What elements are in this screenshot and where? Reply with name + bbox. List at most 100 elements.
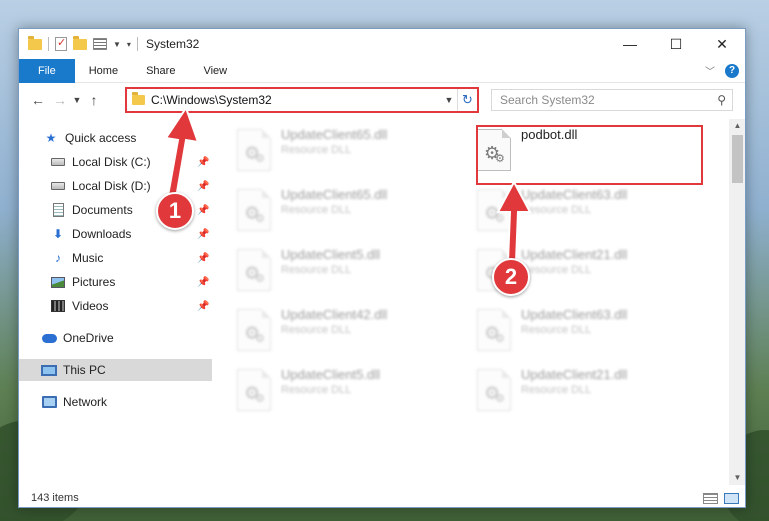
video-icon — [50, 298, 66, 314]
address-bar[interactable]: C:\Windows\System32 ▼ ↻ — [125, 87, 479, 113]
new-folder-icon[interactable] — [73, 35, 87, 50]
nav-label: Pictures — [72, 275, 116, 289]
file-name: UpdateClient21.dll — [521, 247, 628, 262]
vertical-scrollbar[interactable]: ▲ ▼ — [729, 119, 745, 485]
nav-label: Documents — [72, 203, 133, 217]
nav-network[interactable]: Network — [19, 391, 212, 413]
file-type: Resource DLL — [281, 204, 352, 216]
chevron-down-icon[interactable]: ▼ — [113, 40, 121, 49]
minimize-button[interactable]: — — [607, 29, 653, 59]
cloud-icon — [41, 330, 57, 346]
search-placeholder: Search System32 — [500, 93, 595, 107]
file-type: Resource DLL — [281, 384, 352, 396]
details-view-icon[interactable] — [703, 492, 718, 504]
dll-file-icon: ⚙⚙ — [237, 129, 271, 171]
nav-label: Downloads — [72, 227, 132, 241]
network-icon — [41, 394, 57, 410]
address-path[interactable]: C:\Windows\System32 — [151, 93, 441, 107]
back-arrow-icon[interactable]: ← — [27, 92, 49, 108]
file-item[interactable]: ⚙ ⚙ UpdateClient65.dll Resource DLL — [237, 125, 469, 179]
customize-toolbar-icon[interactable]: ▾ — [127, 40, 131, 49]
pin-icon[interactable]: 📌 — [197, 229, 209, 240]
tab-share[interactable]: Share — [132, 59, 189, 83]
nav-pictures[interactable]: Pictures 📌 — [19, 271, 212, 293]
address-dropdown-icon[interactable]: ▼ — [441, 95, 457, 105]
pin-icon[interactable]: 📌 — [197, 301, 209, 312]
up-arrow-icon[interactable]: ↑ — [83, 92, 105, 108]
nav-label: Videos — [72, 299, 109, 313]
toolbar-divider — [136, 37, 138, 51]
computer-icon — [41, 362, 57, 378]
pin-icon[interactable]: 📌 — [197, 253, 209, 264]
file-type: Resource DLL — [521, 264, 592, 276]
nav-local-disk-c[interactable]: Local Disk (C:) 📌 — [19, 151, 212, 173]
pin-icon[interactable]: 📌 — [197, 205, 209, 216]
file-type: Resource DLL — [521, 384, 592, 396]
tab-file[interactable]: File — [19, 58, 75, 83]
nav-onedrive[interactable]: OneDrive — [19, 327, 212, 349]
file-item[interactable]: ⚙ ⚙ UpdateClient63.dll Resource DLL — [477, 305, 709, 359]
pin-icon[interactable]: 📌 — [197, 277, 209, 288]
pin-icon[interactable]: 📌 — [197, 181, 209, 192]
window-controls: — ☐ ✕ — [607, 29, 745, 59]
tiles-view-icon[interactable] — [724, 492, 739, 504]
search-icon[interactable]: ⚲ — [717, 93, 726, 107]
properties-icon[interactable] — [93, 38, 107, 50]
folder-icon — [132, 92, 145, 105]
file-type: Resource DLL — [521, 204, 592, 216]
maximize-button[interactable]: ☐ — [653, 29, 699, 59]
nav-label: Local Disk (C:) — [72, 155, 151, 169]
dll-file-icon: ⚙⚙ — [237, 189, 271, 231]
nav-label: Network — [63, 395, 108, 409]
file-name: UpdateClient5.dll — [281, 247, 381, 262]
nav-quick-access[interactable]: ★ Quick access — [19, 127, 212, 149]
close-button[interactable]: ✕ — [699, 29, 745, 59]
status-bar: 143 items — [19, 487, 745, 507]
file-item[interactable]: ⚙ ⚙ UpdateClient5.dll Resource DLL — [237, 245, 469, 299]
file-item[interactable]: ⚙ ⚙ UpdateClient65.dll Resource DLL — [237, 185, 469, 239]
recent-locations-icon[interactable]: ▼ — [71, 95, 83, 105]
file-type: Resource DLL — [281, 264, 352, 276]
file-item[interactable]: ⚙⚙ UpdateClient21.dll Resource DLL — [477, 365, 709, 419]
music-icon: ♪ — [55, 251, 61, 265]
file-name: UpdateClient63.dll — [521, 187, 628, 202]
view-switcher — [703, 492, 745, 504]
window-title: System32 — [145, 37, 200, 51]
scroll-down-icon[interactable]: ▼ — [729, 471, 745, 485]
nav-music[interactable]: ♪ Music 📌 — [19, 247, 212, 269]
search-input[interactable]: Search System32 ⚲ — [491, 89, 733, 111]
file-item[interactable]: ⚙ ⚙ UpdateClient63.dll Resource DLL — [477, 185, 709, 239]
file-name: UpdateClient21.dll — [521, 367, 628, 382]
title-bar: ▼ ▾ System32 — ☐ ✕ — [19, 29, 745, 59]
picture-icon — [50, 274, 66, 290]
scroll-up-icon[interactable]: ▲ — [729, 119, 745, 133]
file-type: Resource DLL — [521, 324, 592, 336]
star-icon: ★ — [45, 131, 57, 145]
folder-icon[interactable] — [28, 35, 42, 50]
ribbon-right: ﹀ ? — [705, 63, 745, 78]
dll-file-icon: ⚙⚙ — [237, 249, 271, 291]
help-icon[interactable]: ? — [725, 63, 739, 78]
file-name: UpdateClient65.dll — [281, 127, 388, 142]
file-name: UpdateClient63.dll — [521, 307, 628, 322]
address-row: ← → ▼ ↑ C:\Windows\System32 ▼ ↻ Search S… — [19, 87, 745, 113]
file-item[interactable]: ⚙ ⚙ UpdateClient42.dll Resource DLL — [237, 305, 469, 359]
scroll-thumb[interactable] — [732, 135, 743, 183]
tab-home[interactable]: Home — [75, 59, 132, 83]
refresh-icon[interactable]: ↻ — [457, 89, 477, 111]
properties-check-icon[interactable] — [55, 36, 67, 51]
tab-view[interactable]: View — [189, 59, 241, 83]
forward-arrow-icon[interactable]: → — [49, 92, 71, 108]
dll-file-icon: ⚙⚙ — [237, 309, 271, 351]
file-item[interactable]: ⚙ ⚙ UpdateClient5.dll Resource DLL — [237, 365, 469, 419]
pin-icon[interactable]: 📌 — [197, 157, 209, 168]
file-name: UpdateClient65.dll — [281, 187, 388, 202]
nav-this-pc[interactable]: This PC — [19, 359, 212, 381]
dll-file-icon: ⚙⚙ — [477, 369, 511, 411]
nav-videos[interactable]: Videos 📌 — [19, 295, 212, 317]
item-count: 143 items — [31, 492, 79, 504]
nav-label: OneDrive — [63, 331, 114, 345]
file-type: Resource DLL — [281, 144, 352, 156]
nav-label: This PC — [63, 363, 106, 377]
expand-ribbon-icon[interactable]: ﹀ — [705, 63, 715, 78]
